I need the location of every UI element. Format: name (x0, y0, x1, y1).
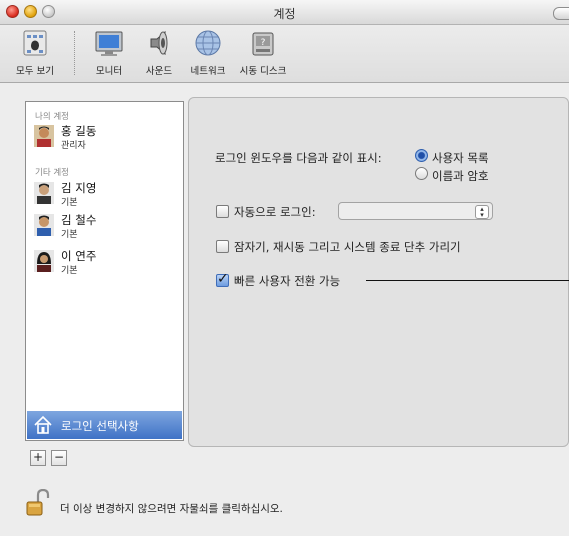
show-all-icon (23, 30, 47, 56)
toolbar-network-label: 네트워크 (190, 66, 226, 77)
remove-account-button[interactable]: − (51, 450, 67, 466)
sound-icon (150, 30, 168, 56)
account-item-kim-cheolsu[interactable]: 김 철수 기본 (34, 212, 174, 242)
other-accounts-header: 기타 계정 (35, 168, 69, 178)
auto-login-popup[interactable]: ▴ ▾ (338, 202, 493, 220)
title-bar: 계정 (0, 0, 569, 25)
toolbar-monitor[interactable]: 모니터 (84, 27, 134, 77)
login-options-label: 로그인 선택사항 (61, 419, 139, 433)
login-window-display-label: 로그인 윈도우를 다음과 같이 표시: (215, 151, 382, 165)
account-name: 이 연주 (61, 249, 97, 263)
user-avatar (34, 182, 54, 204)
toolbar-sound-label: 사운드 (145, 66, 173, 77)
account-name: 홍 길동 (61, 124, 97, 138)
account-role: 관리자 (61, 141, 86, 151)
startup-disk-icon: ? (252, 32, 274, 56)
toolbar-show-all-label: 모두 보기 (16, 66, 54, 77)
lock-icon[interactable] (26, 489, 50, 517)
svg-text:?: ? (261, 38, 266, 48)
account-name: 김 지영 (61, 181, 97, 195)
account-role: 기본 (61, 198, 78, 208)
toolbar-toggle-button[interactable] (553, 7, 569, 20)
lock-message: 더 이상 변경하지 않으려면 자물쇠를 클릭하십시오. (60, 503, 283, 515)
network-icon (195, 30, 221, 56)
hide-restart-buttons-label: 잠자기, 재시동 그리고 시스템 종료 단추 가리기 (234, 240, 461, 254)
account-item-kim-jiyoung[interactable]: 김 지영 기본 (34, 180, 174, 210)
radio-name-password-label: 이름과 암호 (432, 169, 489, 183)
house-icon (34, 415, 52, 434)
radio-name-password[interactable] (415, 167, 428, 180)
fast-user-switching-checkbox[interactable]: ✓ (216, 271, 229, 287)
monitor-icon (95, 31, 123, 56)
callout-line (366, 280, 569, 281)
add-account-button[interactable]: + (30, 450, 46, 466)
login-options-item[interactable]: 로그인 선택사항 (27, 411, 182, 439)
account-item-hong-gildong[interactable]: 홍 길동 관리자 (34, 123, 174, 153)
user-avatar (34, 125, 54, 147)
checkmark-icon: ✓ (217, 271, 229, 287)
account-item-lee-yeonju[interactable]: 이 연주 기본 (34, 248, 174, 278)
toolbar-startup-disk[interactable]: ? 시동 디스크 (232, 27, 294, 77)
user-avatar (34, 214, 54, 236)
toolbar-separator (74, 31, 76, 75)
account-role: 기본 (61, 266, 78, 276)
toolbar-sound[interactable]: 사운드 (135, 27, 183, 77)
auto-login-checkbox[interactable] (216, 205, 229, 218)
toolbar-show-all[interactable]: 모두 보기 (0, 27, 70, 77)
toolbar: 모두 보기 모니터 사운드 네트워크 ? 시동 디스크 (0, 25, 569, 83)
popup-arrows-icon: ▴ ▾ (475, 205, 489, 219)
account-name: 김 철수 (61, 213, 97, 227)
window-title: 계정 (273, 7, 296, 21)
auto-login-label: 자동으로 로그인: (234, 205, 316, 219)
hide-restart-buttons-checkbox[interactable] (216, 240, 229, 253)
radio-user-list[interactable] (415, 149, 428, 162)
accounts-list: 나의 계정 홍 길동 관리자 기타 계정 김 지영 기본 김 철수 기본 이 연… (25, 101, 184, 441)
user-avatar (34, 250, 54, 272)
fast-user-switching-label: 빠른 사용자 전환 가능 (234, 274, 341, 288)
toolbar-monitor-label: 모니터 (95, 66, 123, 77)
account-role: 기본 (61, 230, 78, 240)
toolbar-startup-disk-label: 시동 디스크 (239, 66, 287, 77)
system-preferences-window: 계정 모두 보기 모니터 사운드 네트워크 ? 시동 디스크 나의 계정 홍 길… (0, 0, 569, 536)
my-account-header: 나의 계정 (35, 112, 69, 122)
toolbar-network[interactable]: 네트워크 (183, 27, 233, 77)
radio-user-list-label: 사용자 목록 (432, 151, 489, 165)
